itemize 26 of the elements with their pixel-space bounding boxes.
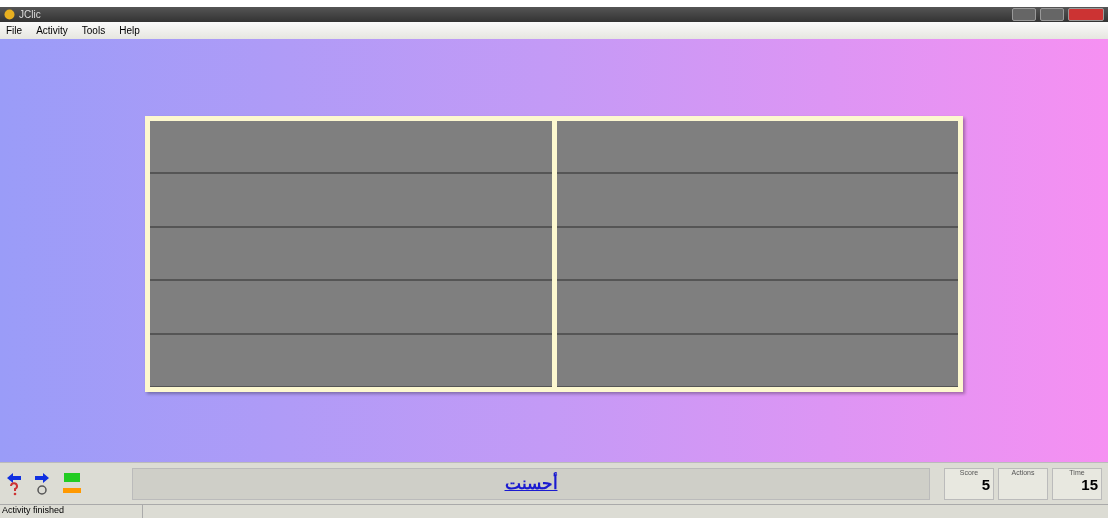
maximize-button[interactable] — [1040, 8, 1064, 21]
status-text: Activity finished — [0, 505, 143, 518]
minimize-button[interactable] — [1012, 8, 1036, 21]
previous-icon[interactable] — [6, 471, 22, 496]
puzzle-cell[interactable] — [150, 227, 552, 280]
close-button[interactable] — [1068, 8, 1104, 21]
next-icon[interactable] — [34, 471, 50, 496]
counter-value: 5 — [981, 475, 990, 493]
puzzle-cell[interactable] — [556, 281, 958, 333]
menu-item[interactable]: File — [6, 25, 23, 36]
puzzle-cell[interactable] — [150, 120, 552, 173]
puzzle-cell[interactable] — [150, 174, 552, 226]
window-title: JClic — [19, 9, 41, 20]
menu-item[interactable]: Tools — [81, 25, 106, 36]
home-icon[interactable] — [62, 471, 82, 496]
puzzle-cell[interactable] — [556, 120, 958, 173]
puzzle-cell[interactable] — [556, 227, 958, 280]
app-icon — [4, 9, 15, 20]
puzzle-cell[interactable] — [150, 334, 552, 387]
menu-item[interactable]: Help — [119, 25, 140, 36]
puzzle-cell[interactable] — [150, 281, 552, 333]
puzzle-cell[interactable] — [556, 334, 958, 387]
puzzle-cell[interactable] — [556, 174, 958, 226]
menu-item[interactable]: Activity — [36, 25, 68, 36]
message-text: أحسنت — [504, 473, 558, 494]
counter-value: 15 — [1081, 475, 1098, 493]
